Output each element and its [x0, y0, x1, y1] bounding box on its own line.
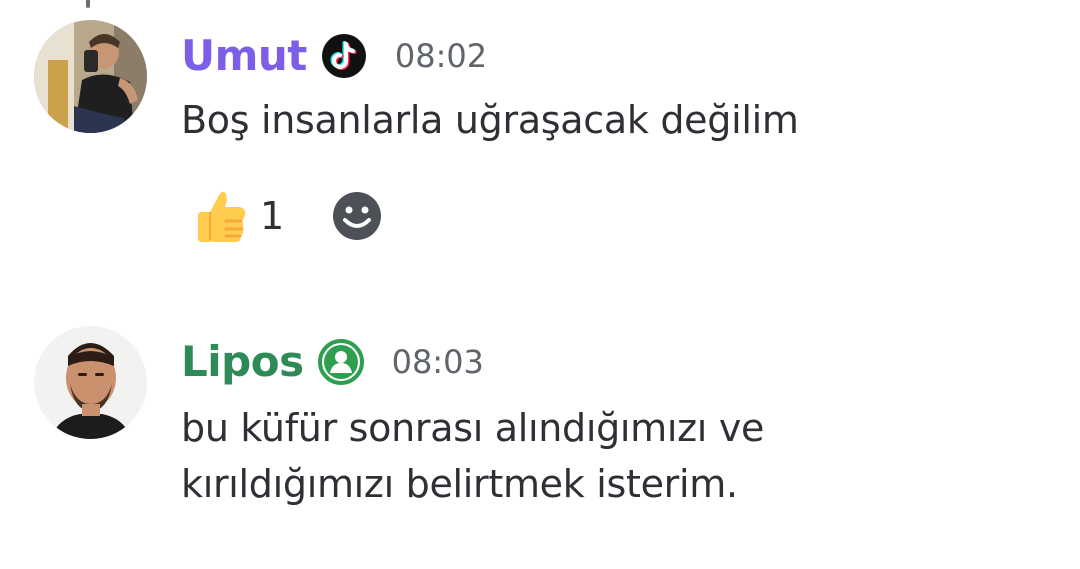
thread-connector: [86, 0, 90, 8]
avatar[interactable]: [34, 20, 147, 133]
message-header: Umut 08:02: [181, 30, 487, 82]
username[interactable]: Umut: [181, 30, 307, 82]
avatar[interactable]: [34, 326, 147, 439]
reactions-bar: 1: [190, 180, 382, 252]
timestamp: 08:02: [394, 37, 488, 75]
green-user-badge-icon: [317, 339, 364, 385]
message-text-line: bu küfür sonrası alındığımızı ve: [181, 406, 765, 450]
reaction-thumbs-up[interactable]: 1: [190, 180, 284, 252]
chat-view: Umut 08:02 Boş insanlarla uğraşacak deği…: [0, 0, 1080, 569]
smiley-add-reaction-icon[interactable]: [332, 191, 382, 241]
thumbs-up-icon: [198, 191, 246, 242]
message-header: Lipos 08:03: [181, 336, 484, 388]
tiktok-icon: [321, 33, 367, 79]
message-content: Boş insanlarla uğraşacak değilim: [181, 92, 799, 148]
message-text-line: kırıldığımızı belirtmek isterim.: [181, 462, 738, 506]
avatar-lipos-image: [34, 326, 147, 439]
username[interactable]: Lipos: [181, 336, 304, 388]
message-content: bu küfür sonrası alındığımızı ve kırıldı…: [181, 400, 764, 512]
message-text-line: Boş insanlarla uğraşacak değilim: [181, 98, 799, 142]
reaction-count: 1: [260, 194, 285, 238]
avatar-umut-image: [34, 20, 147, 133]
timestamp: 08:03: [391, 343, 484, 381]
